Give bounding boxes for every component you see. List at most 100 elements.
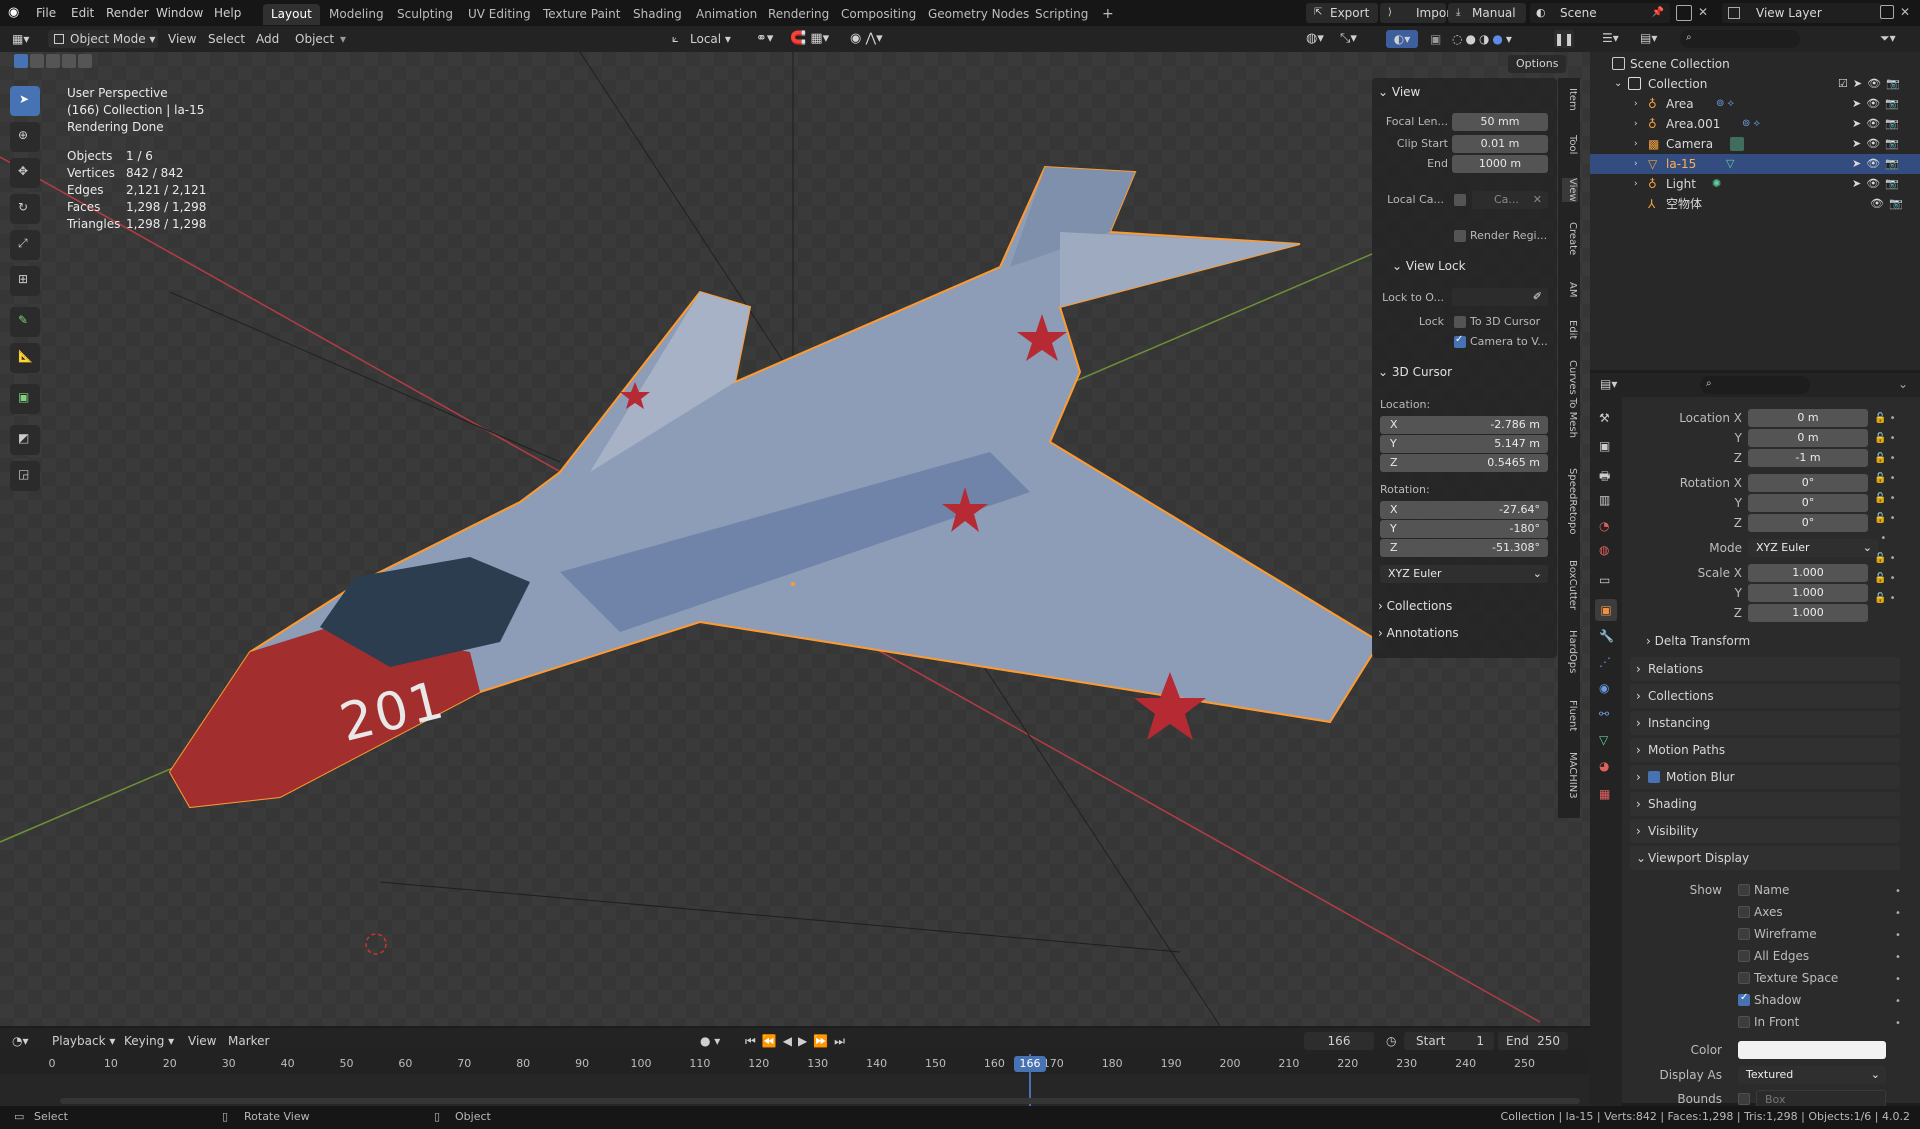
tab-speedretopo[interactable]: SpeedRetopo [1562,468,1578,535]
tab-animation[interactable]: Animation [688,4,765,25]
view-layer-selector[interactable]: View Layer [1722,3,1882,23]
properties-editor-icon[interactable]: ▤▾ [1600,377,1617,391]
menu-add[interactable]: Add [256,30,279,48]
3d-cursor-header[interactable]: ⌄ 3D Cursor [1378,362,1452,382]
camera-to-view-checkbox[interactable]: ✓ [1454,334,1466,348]
show-texture-space-checkbox[interactable] [1738,972,1750,984]
collection-properties-icon[interactable]: ▭ [1599,573,1610,587]
tab-create[interactable]: Create [1562,222,1578,255]
motion-paths-section[interactable]: › Motion Paths [1630,738,1900,762]
preview-range-icon[interactable]: ◷ [1386,1032,1396,1050]
menu-file[interactable]: File [30,4,62,22]
scale-tool[interactable]: ⤢ [10,230,40,260]
view-panel-header[interactable]: ⌄ View [1378,82,1420,102]
render-properties-icon[interactable]: ▣ [1599,439,1610,453]
start-frame-field[interactable]: Start 1 [1404,1032,1494,1050]
show-in-front-checkbox[interactable] [1738,1016,1750,1028]
options-button[interactable]: Options [1508,55,1567,73]
clip-start-field[interactable]: 0.01 m [1452,135,1548,153]
cursor-location-x-field[interactable]: X -2.786 m [1380,416,1548,434]
delete-scene-icon[interactable]: ✕ [1698,5,1708,19]
scene-properties-icon[interactable]: ◔ [1599,519,1609,533]
scene-selector[interactable]: ◐ Scene 📌 [1530,3,1670,23]
snap-icon[interactable]: 🧲 ▦▾ [790,30,840,48]
tab-tool[interactable]: Tool [1562,135,1578,154]
annotate-tool[interactable]: ✎ [10,307,40,337]
local-camera-field[interactable]: Ca... ✕ [1472,191,1548,209]
expand-icon[interactable]: › [1634,154,1638,174]
record-icon[interactable]: ● ▾ [700,1032,728,1050]
viewport-display-section[interactable]: ⌄ Viewport Display [1630,846,1900,870]
select-new-icon[interactable] [14,54,28,68]
item-toggles[interactable]: ➤👁📷 [1852,174,1904,194]
tab-geometry-nodes[interactable]: Geometry Nodes [920,4,1037,25]
current-frame-field[interactable]: 166 [1304,1032,1374,1050]
display-as-dropdown[interactable]: Textured ⌄ [1738,1066,1886,1084]
editor-type-icon[interactable]: ▦▾ [12,30,38,48]
render-region-checkbox[interactable] [1454,230,1466,242]
tab-machin3[interactable]: MACHIN3 [1562,752,1578,799]
motion-blur-checkbox[interactable] [1648,771,1660,783]
select-subtract-icon[interactable] [46,54,60,68]
output-properties-icon[interactable]: 🖶 [1599,467,1610,488]
outliner-item-camera[interactable]: › ▩ Camera ➤👁📷 [1590,134,1920,154]
tab-hardops[interactable]: HardOps [1562,630,1578,673]
move-tool[interactable]: ✥ [10,158,40,188]
object-properties-icon[interactable]: ▣ [1595,599,1617,621]
cursor-location-z-field[interactable]: Z 0.5465 m [1380,454,1548,472]
tab-am[interactable]: AM [1562,282,1578,297]
cursor-location-y-field[interactable]: Y 5.147 m [1380,435,1548,453]
tab-edit[interactable]: Edit [1562,320,1578,339]
menu-render[interactable]: Render [100,4,155,22]
clear-icon[interactable]: ✕ [1533,191,1542,209]
outliner-item-empty[interactable]: ⅄ 空物体 👁📷 [1590,194,1920,214]
instancing-section[interactable]: › Instancing [1630,711,1900,735]
object-color-swatch[interactable] [1738,1041,1886,1059]
show-axes-checkbox[interactable] [1738,906,1750,918]
show-wireframe-checkbox[interactable] [1738,928,1750,940]
cursor-rotation-x-field[interactable]: X -27.64° [1380,501,1548,519]
scale-z-field[interactable]: 1.000 [1748,604,1868,622]
outliner-search-input[interactable]: ⌕ [1680,30,1800,48]
outliner-scene-collection[interactable]: Scene Collection [1590,54,1920,74]
timeline-scrollbar[interactable] [60,1098,1580,1104]
eyedropper-icon[interactable]: ✐ [1533,288,1542,306]
item-toggles[interactable]: 👁📷 [1870,194,1908,214]
show-name-checkbox[interactable] [1738,884,1750,896]
view-lock-header[interactable]: ⌄ View Lock [1392,256,1466,276]
new-scene-icon[interactable] [1676,5,1692,21]
rotation-mode-dropdown[interactable]: XYZ Euler ⌄ [1748,539,1878,557]
new-view-layer-icon[interactable] [1880,5,1894,19]
view-layer-properties-icon[interactable]: ▥ [1599,493,1610,507]
boxcutter-tool[interactable]: ◩ [10,425,40,455]
export-button[interactable]: ⇱ Export [1306,3,1378,23]
lock-toggles[interactable]: 🔓 • 🔓 • 🔓 • 🔓 • 🔓 • 🔓 • • 🔓 • 🔓 • 🔓 • [1874,409,1910,624]
tab-scripting[interactable]: Scripting [1027,4,1096,25]
annotations-panel-header[interactable]: › Annotations [1378,623,1459,643]
tab-layout[interactable]: Layout [263,4,320,25]
outliner-item-la-15[interactable]: › ▽ la-15 ▽ ➤👁📷 [1590,154,1920,174]
particles-properties-icon[interactable]: ⋰ [1599,655,1611,669]
menu-timeline-view[interactable]: View [188,1032,216,1050]
rotation-z-field[interactable]: 0° [1748,514,1868,532]
overlays-icon[interactable]: ◐▾ [1386,30,1418,48]
focal-length-field[interactable]: 50 mm [1452,113,1548,131]
playback-controls[interactable]: ⏮⏪◀▶⏩⏭ [745,1032,865,1050]
menu-playback[interactable]: Playback ▾ [52,1032,115,1050]
delta-transform-header[interactable]: › Delta Transform [1646,631,1750,651]
material-properties-icon[interactable]: ◕ [1599,759,1609,773]
cursor-tool[interactable]: ⊕ [10,122,40,152]
outliner-collection[interactable]: ⌄ Collection ☑➤👁📷 [1590,74,1920,94]
location-x-field[interactable]: 0 m [1748,409,1868,427]
tab-uv-editing[interactable]: UV Editing [460,4,539,25]
menu-help[interactable]: Help [208,4,247,22]
select-box-tool[interactable]: ➤ [10,86,40,116]
filter-icon[interactable]: ⏷▾ [1880,31,1896,46]
modifier-properties-icon[interactable]: 🔧 [1599,629,1614,643]
pivot-icon[interactable]: ⚭▾ [756,30,773,48]
scale-x-field[interactable]: 1.000 [1748,564,1868,582]
select-intersect-icon[interactable] [78,54,92,68]
tab-rendering[interactable]: Rendering [760,4,837,25]
tab-modeling[interactable]: Modeling [321,4,392,25]
expand-icon[interactable]: › [1634,94,1638,114]
